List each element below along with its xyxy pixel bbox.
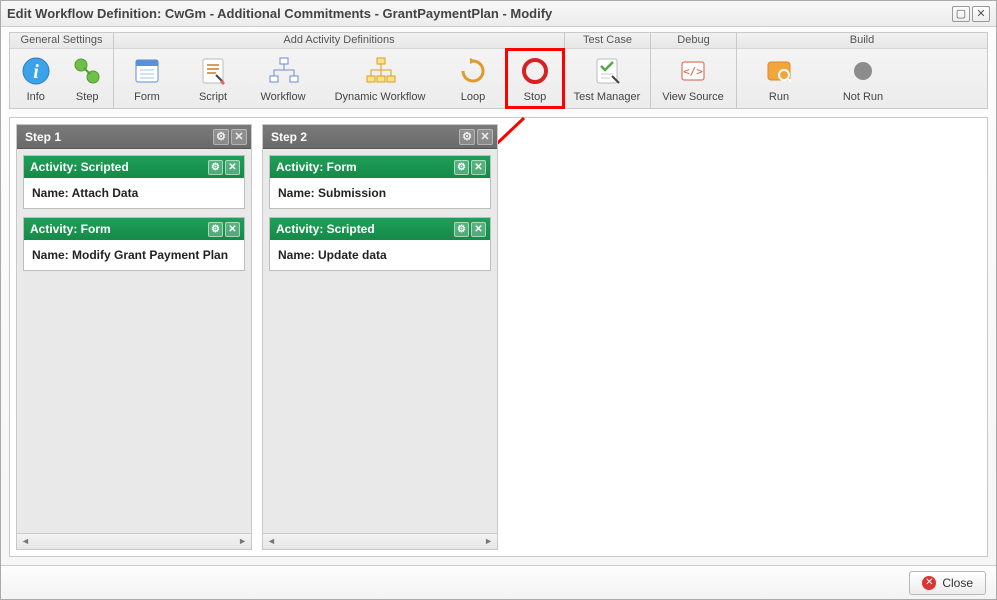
activity-header: Activity: Form ⚙ ✕ bbox=[270, 156, 490, 178]
scroll-right-icon: ► bbox=[484, 536, 493, 546]
step-body: Activity: Scripted ⚙ ✕ Name: Attach Data… bbox=[17, 149, 251, 533]
loop-icon bbox=[457, 55, 489, 87]
close-button[interactable]: ✕ Close bbox=[909, 571, 986, 595]
close-icon[interactable]: ✕ bbox=[225, 222, 240, 237]
step-title: Step 2 bbox=[271, 130, 307, 144]
close-icon[interactable]: ✕ bbox=[477, 129, 493, 145]
not-run-button[interactable]: Not Run bbox=[821, 49, 905, 108]
not-run-icon bbox=[847, 55, 879, 87]
ribbon-container: General Settings i Info Step bbox=[1, 27, 996, 109]
step-header[interactable]: Step 2 ⚙ ✕ bbox=[263, 125, 497, 149]
activity-card[interactable]: Activity: Scripted ⚙ ✕ Name: Attach Data bbox=[23, 155, 245, 209]
ribbon-group-header: General Settings bbox=[10, 33, 113, 49]
workflow-button[interactable]: Workflow bbox=[246, 49, 320, 108]
scroll-left-icon: ◄ bbox=[267, 536, 276, 546]
info-button[interactable]: i Info bbox=[10, 49, 62, 108]
svg-text:i: i bbox=[33, 61, 39, 83]
activity-name: Name: Update data bbox=[270, 240, 490, 270]
gear-icon[interactable]: ⚙ bbox=[213, 129, 229, 145]
activity-card[interactable]: Activity: Scripted ⚙ ✕ Name: Update data bbox=[269, 217, 491, 271]
activity-name: Name: Modify Grant Payment Plan bbox=[24, 240, 244, 270]
run-button[interactable]: Run bbox=[737, 49, 821, 108]
run-icon bbox=[763, 55, 795, 87]
ribbon-group-general: General Settings i Info Step bbox=[10, 33, 114, 108]
ribbon-group-header: Build bbox=[737, 33, 987, 49]
dynamic-workflow-icon bbox=[364, 55, 396, 87]
window-close-button[interactable]: ✕ bbox=[972, 6, 990, 22]
ribbon-group-header: Debug bbox=[651, 33, 736, 49]
activity-name: Name: Submission bbox=[270, 178, 490, 208]
script-icon bbox=[197, 55, 229, 87]
window-controls: ▢ ✕ bbox=[952, 6, 990, 22]
activity-header: Activity: Scripted ⚙ ✕ bbox=[270, 218, 490, 240]
ribbon-group-header: Add Activity Definitions bbox=[114, 33, 564, 49]
gear-icon[interactable]: ⚙ bbox=[454, 222, 469, 237]
ribbon-group-build: Build Run Not Run bbox=[737, 33, 987, 108]
step-header[interactable]: Step 1 ⚙ ✕ bbox=[17, 125, 251, 149]
ribbon-group-header: Test Case bbox=[565, 33, 650, 49]
gear-icon[interactable]: ⚙ bbox=[208, 160, 223, 175]
gear-icon[interactable]: ⚙ bbox=[454, 160, 469, 175]
step-column: Step 2 ⚙ ✕ Activity: Form ⚙ ✕ Name: Subm… bbox=[262, 124, 498, 550]
activity-card[interactable]: Activity: Form ⚙ ✕ Name: Modify Grant Pa… bbox=[23, 217, 245, 271]
close-icon[interactable]: ✕ bbox=[231, 129, 247, 145]
step-title: Step 1 bbox=[25, 130, 61, 144]
form-button[interactable]: Form bbox=[114, 49, 180, 108]
info-icon: i bbox=[20, 55, 52, 87]
scroll-left-icon: ◄ bbox=[21, 536, 30, 546]
test-manager-button[interactable]: Test Manager bbox=[565, 49, 649, 108]
close-icon[interactable]: ✕ bbox=[471, 160, 486, 175]
step-body: Activity: Form ⚙ ✕ Name: Submission Acti… bbox=[263, 149, 497, 533]
horizontal-scrollbar[interactable]: ◄ ► bbox=[17, 533, 251, 549]
activity-header: Activity: Form ⚙ ✕ bbox=[24, 218, 244, 240]
ribbon-group-add: Add Activity Definitions Form Script bbox=[114, 33, 565, 108]
view-source-button[interactable]: </> View Source bbox=[651, 49, 735, 108]
svg-text:</>: </> bbox=[683, 65, 703, 78]
script-button[interactable]: Script bbox=[180, 49, 246, 108]
ribbon-group-testcase: Test Case Test Manager bbox=[565, 33, 651, 108]
titlebar: Edit Workflow Definition: CwGm - Additio… bbox=[1, 1, 996, 27]
stop-button[interactable]: Stop bbox=[506, 49, 564, 108]
scroll-right-icon: ► bbox=[238, 536, 247, 546]
loop-button[interactable]: Loop bbox=[440, 49, 506, 108]
view-source-icon: </> bbox=[677, 55, 709, 87]
step-column: Step 1 ⚙ ✕ Activity: Scripted ⚙ ✕ Name: … bbox=[16, 124, 252, 550]
activity-header: Activity: Scripted ⚙ ✕ bbox=[24, 156, 244, 178]
window: Edit Workflow Definition: CwGm - Additio… bbox=[0, 0, 997, 600]
step-icon bbox=[71, 55, 103, 87]
test-manager-icon bbox=[591, 55, 623, 87]
step-button[interactable]: Step bbox=[62, 49, 114, 108]
activity-name: Name: Attach Data bbox=[24, 178, 244, 208]
close-icon[interactable]: ✕ bbox=[225, 160, 240, 175]
close-icon[interactable]: ✕ bbox=[471, 222, 486, 237]
close-icon: ✕ bbox=[922, 576, 936, 590]
stop-icon bbox=[519, 55, 551, 87]
workflow-icon bbox=[267, 55, 299, 87]
dynamic-workflow-button[interactable]: Dynamic Workflow bbox=[320, 49, 440, 108]
ribbon: General Settings i Info Step bbox=[9, 32, 988, 109]
gear-icon[interactable]: ⚙ bbox=[459, 129, 475, 145]
form-icon bbox=[131, 55, 163, 87]
popout-button[interactable]: ▢ bbox=[952, 6, 970, 22]
window-title: Edit Workflow Definition: CwGm - Additio… bbox=[7, 6, 552, 21]
horizontal-scrollbar[interactable]: ◄ ► bbox=[263, 533, 497, 549]
activity-card[interactable]: Activity: Form ⚙ ✕ Name: Submission bbox=[269, 155, 491, 209]
gear-icon[interactable]: ⚙ bbox=[208, 222, 223, 237]
ribbon-group-debug: Debug </> View Source bbox=[651, 33, 737, 108]
workspace: Step 1 ⚙ ✕ Activity: Scripted ⚙ ✕ Name: … bbox=[9, 117, 988, 557]
dialog-footer: ✕ Close bbox=[1, 565, 996, 599]
